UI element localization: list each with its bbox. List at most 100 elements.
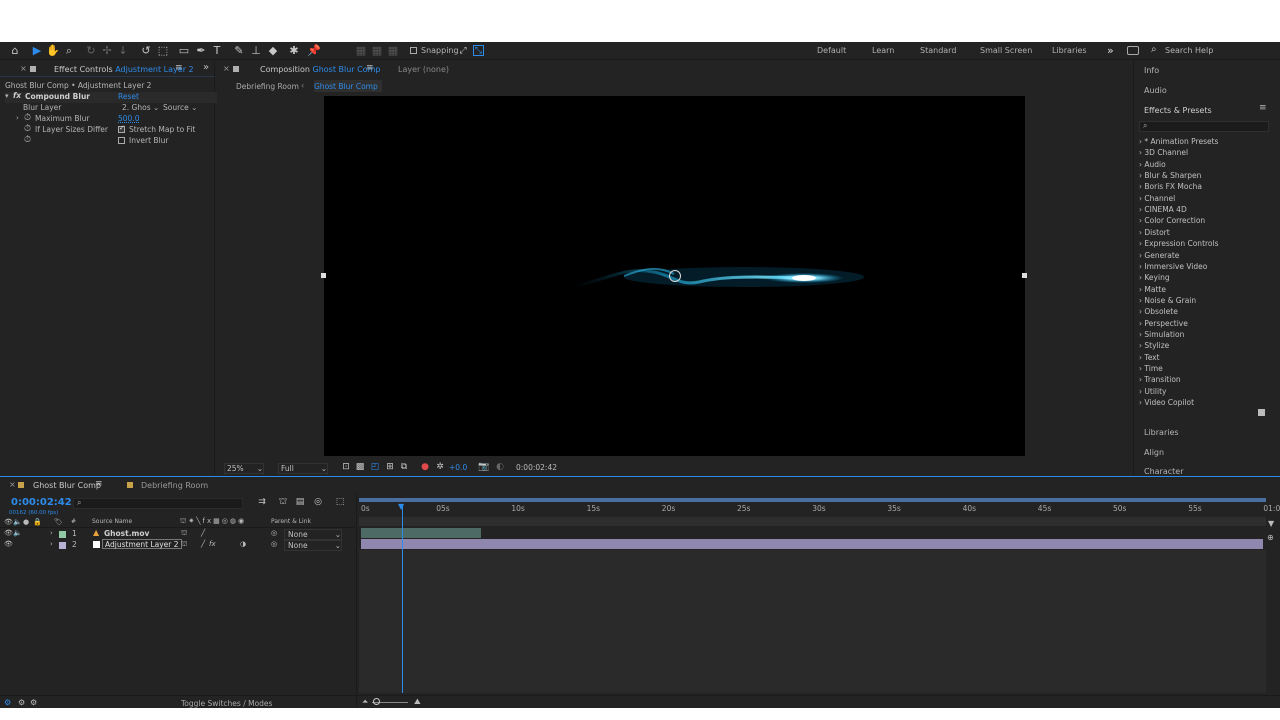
stopwatch-icon[interactable]: ⏱ [24, 135, 31, 145]
expand-layer-icon[interactable]: › [50, 529, 53, 537]
lock-icon[interactable]: 🔒 [33, 518, 42, 526]
exposure-reset-icon[interactable]: ✲ [433, 460, 447, 474]
zoom-tool-icon[interactable]: ⌕ [62, 44, 76, 58]
layer-name[interactable]: Adjustment Layer 2 [102, 539, 182, 549]
video-visibility-icon[interactable]: 👁 [4, 529, 13, 537]
timeline-tab-ghost-blur-comp[interactable]: Ghost Blur Comp [33, 481, 101, 490]
layer-switches-pane-icon[interactable]: ⚙ [4, 698, 11, 707]
layer-tab[interactable]: Layer (none) [398, 65, 449, 74]
type-tool-icon[interactable]: T [210, 44, 224, 58]
maximum-blur-value[interactable]: 500.0 [118, 114, 139, 123]
puppet-tool-icon[interactable]: 📌 [307, 44, 321, 58]
effect-switch-icon[interactable]: fx [209, 540, 216, 548]
effect-category-item[interactable]: › Boris FX Mocha [1139, 182, 1202, 191]
mask-visibility-icon[interactable]: ◰ [368, 460, 382, 474]
frame-blending-icon[interactable]: ▤ [293, 495, 307, 509]
close-tab-icon[interactable]: × [9, 480, 16, 489]
zoom-in-icon[interactable]: ⛰ [414, 697, 421, 707]
effect-category-item[interactable]: › * Animation Presets [1139, 137, 1218, 146]
composition-mini-flowchart-icon[interactable]: ⇉ [255, 495, 269, 509]
effect-category-item[interactable]: › Noise & Grain [1139, 296, 1196, 305]
invert-blur-checkbox[interactable] [118, 137, 125, 144]
modes-pane-icon[interactable]: ⚙ [18, 698, 25, 707]
effect-category-item[interactable]: › Perspective [1139, 319, 1188, 328]
region-of-interest-icon[interactable]: ⊡ [339, 460, 353, 474]
zoom-out-icon[interactable]: ⏶ [362, 697, 368, 707]
adjustment-layer-switch-icon[interactable]: ◑ [240, 540, 246, 548]
guides-icon[interactable]: ⊞ [383, 460, 397, 474]
transparency-grid-icon[interactable]: ▩ [353, 460, 367, 474]
snap-edges-icon[interactable]: ⤢ [456, 44, 470, 58]
layer-1-bar[interactable] [361, 528, 481, 538]
snapshot-camera-icon[interactable]: 📷 [477, 460, 491, 474]
effect-category-item[interactable]: › Keying [1139, 273, 1170, 282]
video-visibility-icon[interactable]: 👁 [4, 540, 13, 548]
label-tag-icon[interactable]: 🏷 [54, 518, 63, 526]
info-panel-header[interactable]: Info [1144, 66, 1159, 75]
effect-category-item[interactable]: › Obsolete [1139, 307, 1178, 316]
more-workspaces-icon[interactable]: » [1107, 44, 1114, 57]
pen-tool-icon[interactable]: ✒ [194, 44, 208, 58]
expand-property-icon[interactable]: › [16, 114, 19, 122]
hand-tool-icon[interactable]: ✋ [46, 44, 60, 58]
exposure-value[interactable]: +0.0 [449, 463, 467, 472]
dolly-tool-icon[interactable]: ↓ [116, 44, 130, 58]
parent-dropdown[interactable]: None ⌄ [284, 540, 342, 551]
rectangle-tool-icon[interactable]: ▭ [177, 44, 191, 58]
layout-icon[interactable]: ▦ [386, 44, 400, 58]
zoom-slider-handle[interactable] [373, 698, 380, 705]
workspace-panel-icon[interactable] [1127, 46, 1139, 55]
layer-handle-right[interactable] [1022, 273, 1027, 278]
panel-menu-icon[interactable]: ≡ [95, 479, 103, 489]
compound-blur-effect-row[interactable]: ▾ fx Compound Blur Reset [5, 91, 217, 103]
shy-switch-icon[interactable]: ⛫ [181, 529, 187, 538]
selection-tool-icon[interactable]: ▶ [30, 44, 44, 58]
comp-marker-bin-icon[interactable]: ▼ [1268, 519, 1274, 528]
reset-link[interactable]: Reset [118, 92, 139, 101]
layer-label-color[interactable] [59, 531, 66, 538]
audio-panel-header[interactable]: Audio [1144, 86, 1167, 95]
timeline-timecode[interactable]: 0:00:02:42 [11, 497, 72, 508]
search-help-icon[interactable]: ⌕ [1151, 44, 1157, 55]
snapping-checkbox[interactable] [410, 47, 417, 54]
effect-category-item[interactable]: › Matte [1139, 285, 1166, 294]
time-ruler[interactable]: 0s 05s 10s 15s 20s 25s 30s 35s 40s 45s 50s 55s 01:0 [359, 504, 1280, 514]
search-help-input[interactable]: Search Help [1165, 46, 1213, 55]
layer-2-bar[interactable] [361, 539, 1263, 549]
panel-menu-icon[interactable]: ≡ [175, 63, 183, 73]
timeline-search-input[interactable]: ⌕ [73, 498, 243, 509]
align-icon[interactable]: ▦ [354, 44, 368, 58]
workspace-standard[interactable]: Standard [920, 46, 956, 55]
playhead-marker-icon[interactable]: ▼ [398, 502, 404, 511]
brush-tool-icon[interactable]: ✎ [232, 44, 246, 58]
audio-icon[interactable]: 🔈 [13, 529, 22, 537]
effect-category-item[interactable]: › 3D Channel [1139, 148, 1188, 157]
effects-search-input[interactable]: ⌕ [1139, 121, 1269, 132]
effect-category-item[interactable]: › Audio [1139, 160, 1166, 169]
close-tab-icon[interactable]: × [223, 64, 230, 73]
layer-label-color[interactable] [59, 542, 66, 549]
effect-category-item[interactable]: › Video Copilot [1139, 398, 1194, 407]
eraser-tool-icon[interactable]: ◆ [266, 44, 280, 58]
clone-stamp-tool-icon[interactable]: ⊥ [249, 44, 263, 58]
anchor-point-icon[interactable] [669, 270, 681, 282]
orbit-tool-icon[interactable]: ↻ [84, 44, 98, 58]
distribute-icon[interactable]: ▦ [370, 44, 384, 58]
composition-viewer[interactable] [321, 96, 1027, 456]
quality-switch-icon[interactable]: ╱ [201, 529, 205, 537]
effect-category-item[interactable]: › CINEMA 4D [1139, 205, 1187, 214]
playhead-line[interactable] [402, 505, 403, 693]
effect-category-item[interactable]: › Transition [1139, 375, 1181, 384]
stopwatch-icon[interactable]: ⏱ [24, 124, 31, 134]
panel-menu-icon[interactable]: ≡ [1259, 103, 1267, 113]
expand-effect-icon[interactable]: ▾ [5, 92, 9, 100]
video-visibility-icon[interactable]: 👁 [4, 518, 13, 526]
layer-name[interactable]: Ghost.mov [104, 529, 149, 538]
source-name-header[interactable]: Source Name [92, 518, 132, 525]
comp-button-icon[interactable]: ⊕ [1267, 533, 1274, 542]
effect-category-item[interactable]: › Distort [1139, 228, 1170, 237]
shy-switch-icon[interactable]: ⛫ [181, 540, 187, 549]
solo-icon[interactable]: ● [23, 518, 29, 526]
libraries-panel-header[interactable]: Libraries [1144, 428, 1179, 437]
channel-icon[interactable]: ● [418, 460, 432, 474]
